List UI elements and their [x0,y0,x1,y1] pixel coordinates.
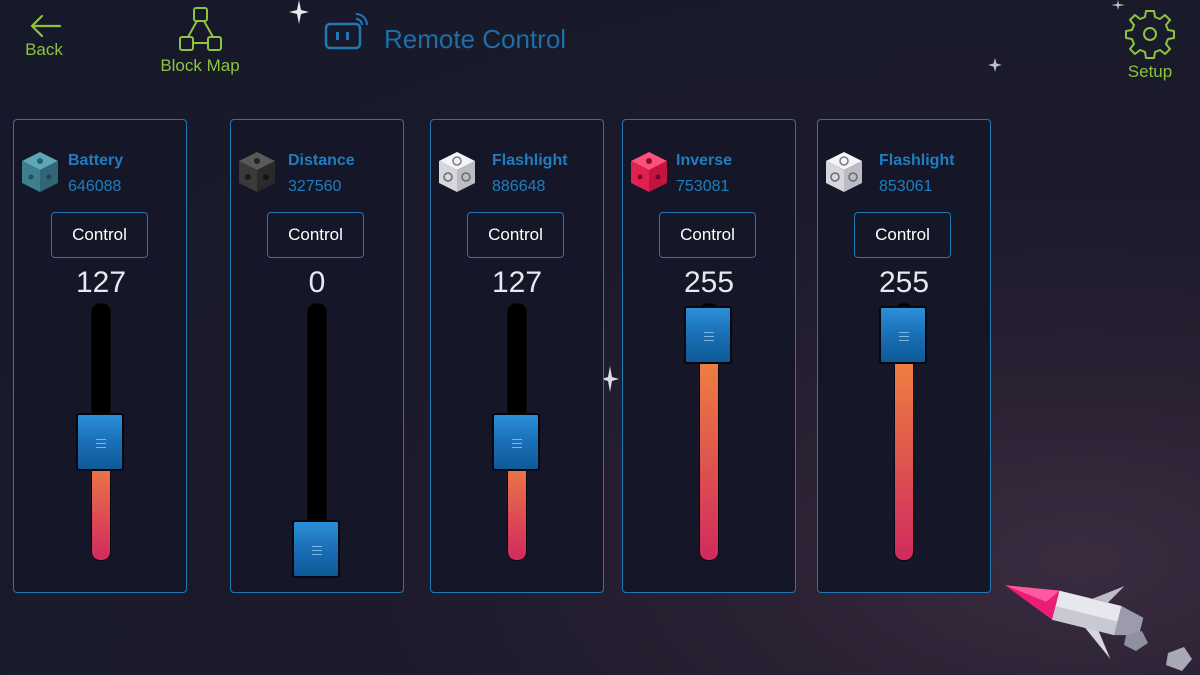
page-title-group: Remote Control [322,12,566,56]
slider-value: 0 [308,266,326,299]
control-button[interactable]: Control [467,212,564,258]
block-map-button[interactable]: Block Map [152,6,248,76]
slider-fill [700,336,718,560]
white-cube-icon [439,152,475,192]
module-id: 327560 [288,178,342,195]
slider-value: 127 [75,266,127,299]
slider-value: 127 [491,266,543,299]
module-id: 646088 [68,178,122,195]
module-name: Flashlight [879,152,955,169]
slider-thumb[interactable] [292,520,340,578]
slider-thumb[interactable] [76,413,124,471]
back-label: Back [25,40,63,59]
module-id: 886648 [492,178,546,195]
slider-thumb[interactable] [492,413,540,471]
module-panel-flashlight-2: Flashlight 853061 Control 255 [817,119,991,593]
module-panel-inverse: Inverse 753081 Control 255 [622,119,796,593]
black-cube-icon [239,152,275,192]
arrow-left-icon [30,14,62,38]
module-name: Flashlight [492,152,568,169]
rocket-illustration [1005,585,1192,671]
module-panel-distance: Distance 327560 Control 0 [230,119,404,593]
page-title: Remote Control [384,23,567,54]
star-icon [1111,0,1125,10]
block-map-label: Block Map [160,56,240,75]
gear-icon [1125,10,1175,59]
setup-label: Setup [1127,62,1173,81]
module-panel-battery: Battery 646088 Control 127 [13,119,187,593]
star-icon [988,58,1002,72]
control-button[interactable]: Control [267,212,364,258]
remote-control-icon [324,13,368,50]
module-id: 753081 [676,178,730,195]
module-name: Battery [68,152,124,169]
module-panel-flashlight-1: Flashlight 886648 Control 127 [430,119,604,593]
control-button[interactable]: Control [51,212,148,258]
control-button[interactable]: Control [659,212,756,258]
setup-button[interactable]: Setup [1118,6,1182,82]
slider-value: 255 [683,266,735,299]
slider-thumb[interactable] [879,306,927,364]
module-id: 853061 [879,178,933,195]
module-name: Inverse [676,152,733,169]
slider-value: 255 [878,266,930,299]
white-cube-icon [826,152,862,192]
slider-thumb[interactable] [684,306,732,364]
back-button[interactable]: Back [16,12,72,60]
pink-cube-icon [631,152,667,192]
module-name: Distance [288,152,355,169]
slider-fill [895,336,913,560]
block-map-icon [179,7,222,51]
star-icon [289,0,309,24]
teal-cube-icon [22,152,58,192]
control-button[interactable]: Control [854,212,951,258]
